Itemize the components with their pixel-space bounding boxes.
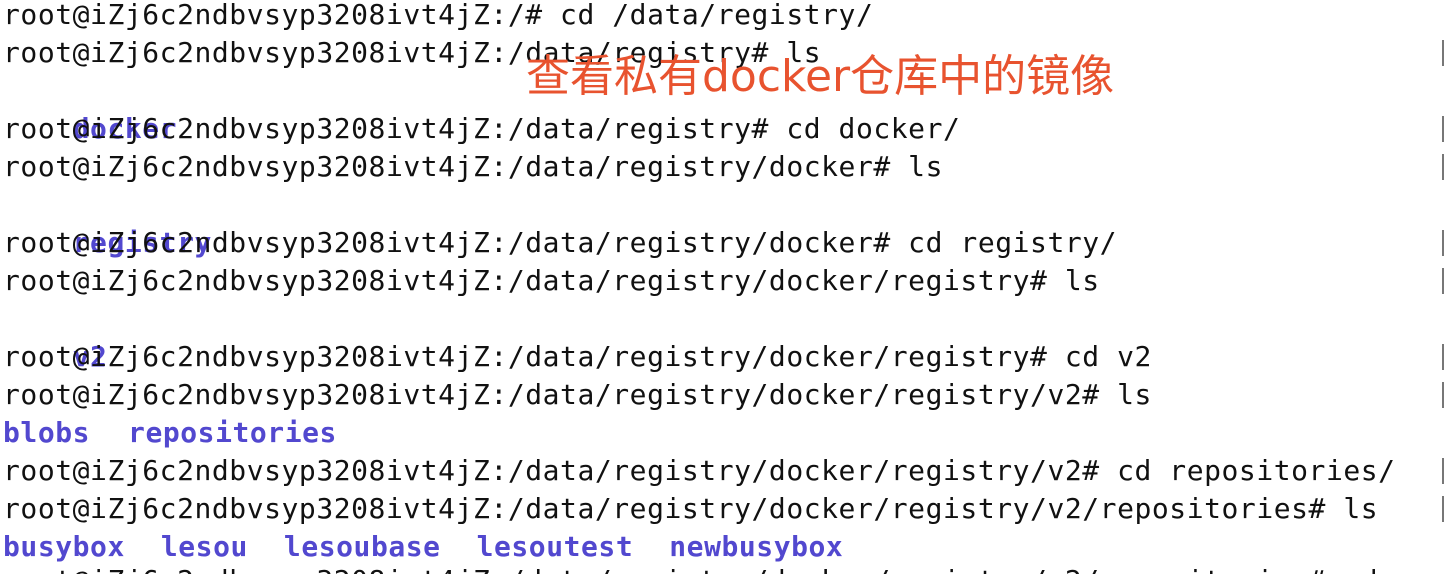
terminal-line-prompt: root@iZj6c2ndbvsyp3208ivt4jZ:/data/regis… bbox=[3, 378, 1152, 411]
terminal-line-output: busybox lesou lesoubase lesoutest newbusybox bbox=[3, 528, 843, 566]
terminal-line-prompt: root@iZj6c2ndbvsyp3208ivt4jZ:/data/regis… bbox=[3, 454, 1396, 487]
line-wrap-marker bbox=[1442, 40, 1444, 66]
directory-entry: blobs bbox=[3, 416, 91, 449]
terminal-line-output: v2 bbox=[3, 300, 107, 373]
line-wrap-marker bbox=[1442, 154, 1444, 180]
terminal-line-prompt: root@iZj6c2ndbvsyp3208ivt4jZ:/data/regis… bbox=[3, 226, 1118, 259]
line-wrap-marker bbox=[1442, 458, 1444, 484]
terminal-line-partial: root@iZj6c2ndbvsyp3208ivt4jZ:/data/regis… bbox=[3, 562, 1378, 574]
line-wrap-marker bbox=[1442, 268, 1444, 294]
line-wrap-marker bbox=[1442, 344, 1444, 370]
line-wrap-marker bbox=[1442, 116, 1444, 142]
terminal-line-output: registry bbox=[3, 186, 212, 259]
directory-entry: lesoubase bbox=[283, 530, 441, 563]
terminal-line-prompt: root@iZj6c2ndbvsyp3208ivt4jZ:/data/regis… bbox=[3, 340, 1152, 373]
terminal-line-prompt: root@iZj6c2ndbvsyp3208ivt4jZ:/data/regis… bbox=[3, 264, 1100, 297]
directory-entry: newbusybox bbox=[669, 530, 844, 563]
terminal-line-prompt: root@iZj6c2ndbvsyp3208ivt4jZ:/# cd /data… bbox=[3, 0, 874, 31]
directory-entry: repositories bbox=[128, 416, 337, 449]
directory-entry: busybox bbox=[3, 530, 125, 563]
terminal-line-prompt: root@iZj6c2ndbvsyp3208ivt4jZ:/data/regis… bbox=[3, 112, 961, 145]
line-wrap-marker bbox=[1442, 382, 1444, 408]
annotation-label: 查看私有docker仓库中的镜像 bbox=[526, 51, 1115, 102]
terminal-line-prompt: root@iZj6c2ndbvsyp3208ivt4jZ:/data/regis… bbox=[3, 150, 944, 183]
terminal-line-prompt: root@iZj6c2ndbvsyp3208ivt4jZ:/data/regis… bbox=[3, 492, 1379, 525]
line-wrap-marker bbox=[1442, 230, 1444, 256]
directory-entry: lesoutest bbox=[476, 530, 634, 563]
terminal-line-output: docker bbox=[3, 72, 177, 145]
line-wrap-marker bbox=[1442, 496, 1444, 522]
terminal-line-output: blobs repositories bbox=[3, 414, 337, 452]
directory-entry: lesou bbox=[160, 530, 248, 563]
terminal-window[interactable]: root@iZj6c2ndbvsyp3208ivt4jZ:/# cd /data… bbox=[0, 0, 1452, 574]
